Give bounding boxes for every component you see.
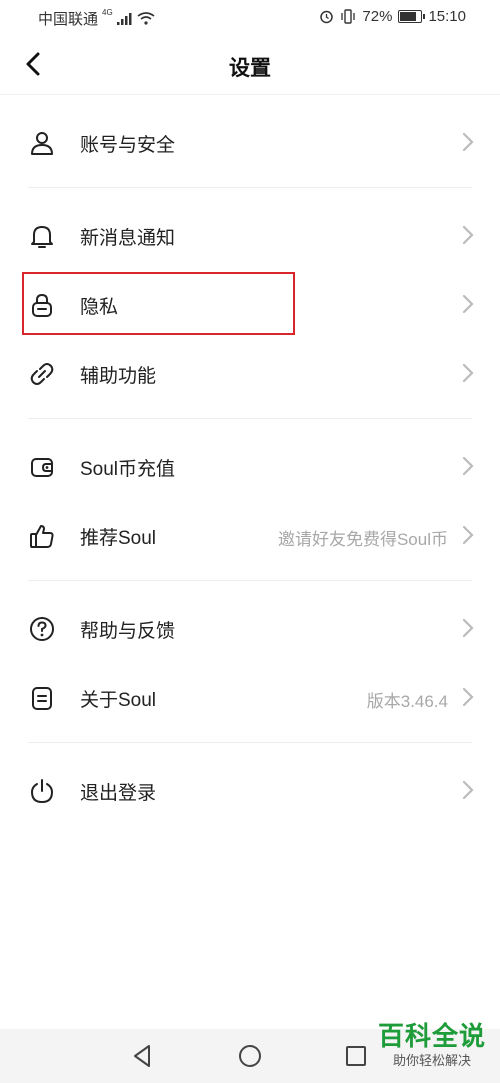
settings-item-help-feedback[interactable]: 帮助与反馈	[0, 595, 500, 661]
app-header: 设置	[0, 34, 500, 95]
settings-item-label: 账号与安全	[80, 135, 176, 156]
chevron-right-icon	[462, 618, 474, 638]
settings-item-accessibility[interactable]: 辅助功能	[0, 340, 500, 406]
watermark-logo: 百科全说 助你轻松解决	[378, 1022, 486, 1069]
chevron-right-icon	[462, 687, 474, 707]
divider	[28, 187, 472, 188]
settings-item-logout[interactable]: 退出登录	[0, 757, 500, 823]
settings-item-account-security[interactable]: 账号与安全	[0, 109, 500, 175]
clock: 15:10	[428, 8, 466, 25]
chevron-right-icon	[462, 294, 474, 314]
status-bar: 中国联通 4G 72% 15:10	[0, 0, 500, 34]
wifi-icon	[137, 12, 155, 25]
watermark-title: 百科全说	[377, 1021, 486, 1051]
chevron-right-icon	[462, 132, 474, 152]
user-icon	[31, 132, 53, 155]
chevron-right-icon	[462, 225, 474, 245]
watermark-subtitle: 助你轻松解决	[392, 1053, 471, 1068]
settings-item-hint: 版本3.46.4	[366, 692, 448, 711]
divider	[28, 742, 472, 743]
bell-icon	[31, 226, 53, 248]
settings-item-about-soul[interactable]: 关于Soul 版本3.46.4	[0, 664, 500, 730]
thumbs-up-icon	[30, 525, 54, 548]
nav-recents-icon[interactable]	[343, 1043, 369, 1069]
document-icon	[32, 687, 52, 710]
settings-item-soul-coin-recharge[interactable]: Soul币充值	[0, 433, 500, 499]
alarm-icon	[320, 10, 334, 24]
settings-item-recommend-soul[interactable]: 推荐Soul 邀请好友免费得Soul币	[0, 502, 500, 568]
chevron-right-icon	[462, 780, 474, 800]
settings-item-label: 新消息通知	[80, 228, 176, 249]
link-icon	[30, 363, 54, 385]
vibrate-icon	[341, 9, 356, 24]
nav-back-icon[interactable]	[130, 1043, 156, 1069]
settings-item-label: 退出登录	[80, 783, 157, 804]
divider	[28, 418, 472, 419]
settings-item-hint: 邀请好友免费得Soul币	[277, 530, 448, 549]
chevron-right-icon	[462, 525, 474, 545]
settings-item-label: 关于Soul	[80, 690, 157, 711]
chevron-right-icon	[462, 363, 474, 383]
battery-percent: 72%	[362, 8, 393, 25]
wallet-icon	[31, 458, 53, 477]
highlight-box	[22, 272, 295, 335]
settings-item-label: 推荐Soul	[80, 528, 157, 549]
battery-icon	[398, 10, 426, 23]
settings-item-label: Soul币充值	[80, 459, 176, 480]
page-title: 设置	[229, 57, 271, 80]
signal-icon	[116, 12, 132, 25]
settings-item-notifications[interactable]: 新消息通知	[0, 202, 500, 268]
settings-item-label: 帮助与反馈	[80, 621, 176, 642]
chevron-right-icon	[462, 456, 474, 476]
power-icon	[30, 779, 54, 804]
help-icon	[30, 617, 54, 641]
settings-item-label: 辅助功能	[80, 366, 157, 387]
carrier-name: 中国联通	[38, 11, 99, 28]
network-type: 4G	[102, 8, 113, 17]
divider	[28, 580, 472, 581]
nav-home-icon[interactable]	[237, 1043, 263, 1069]
